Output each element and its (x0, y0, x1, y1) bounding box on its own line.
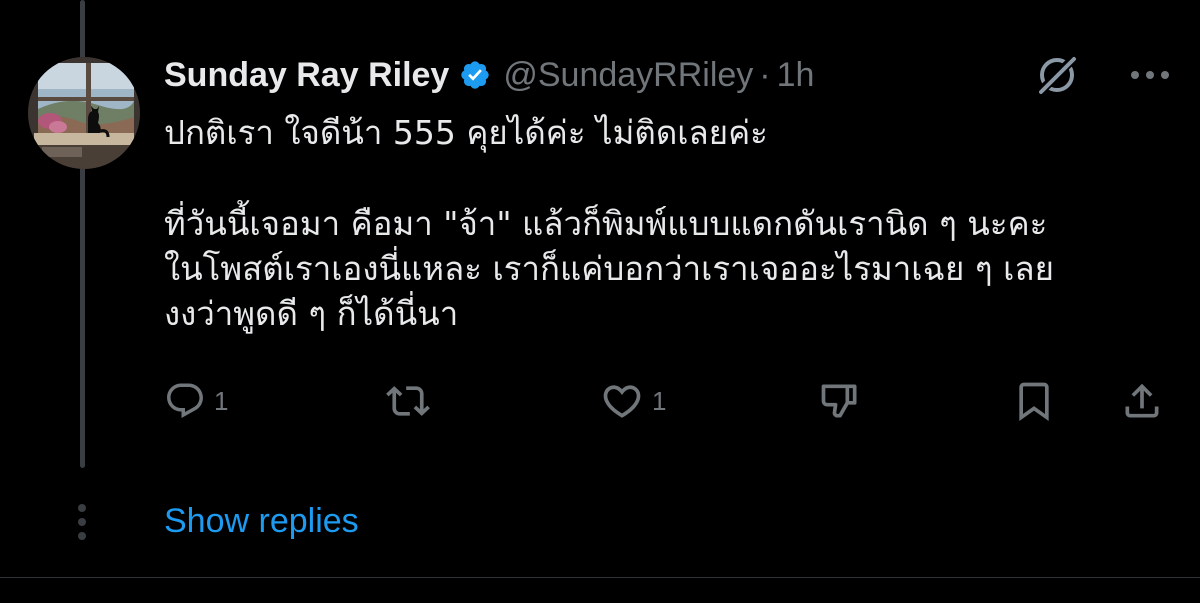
grok-icon[interactable] (1034, 52, 1080, 98)
avatar-cat-window-icon (28, 57, 140, 169)
tweet-header-actions (1034, 52, 1170, 98)
author-handle[interactable]: @SundayRRiley (503, 56, 753, 95)
share-button[interactable] (1120, 376, 1164, 426)
like-button[interactable]: 1 (600, 376, 666, 426)
share-icon (1125, 383, 1159, 418)
tweet-text-line: ที่วันนี้เจอมา คือมา "จ้า" แล้วก็พิมพ์แบ… (164, 204, 1048, 243)
tweet-text-line: ในโพสต์เราเองนี่แหละ เราก็แค่บอกว่าเราเจ… (164, 249, 1054, 288)
reply-button[interactable]: 1 (164, 376, 228, 426)
bookmark-icon (1019, 382, 1049, 422)
divider (0, 577, 1200, 578)
thread-more-dots (78, 504, 88, 546)
downvote-button[interactable] (818, 376, 862, 426)
show-replies-link[interactable]: Show replies (164, 502, 359, 541)
tweet-header: Sunday Ray Riley @SundayRRiley · 1h (164, 52, 814, 98)
bookmark-button[interactable] (1012, 376, 1056, 426)
tweet-text-line: ปกติเรา ใจดีน้า 555 คุยได้ค่ะ ไม่ติดเลยค… (164, 113, 768, 152)
more-options-icon[interactable] (1130, 69, 1170, 81)
tweet-timestamp[interactable]: 1h (777, 56, 815, 95)
author-name[interactable]: Sunday Ray Riley (164, 56, 449, 95)
tweet-action-bar: 1 1 (164, 376, 1174, 426)
thumbs-down-icon (821, 384, 857, 418)
tweet-body: ปกติเรา ใจดีน้า 555 คุยได้ค่ะ ไม่ติดเลยค… (164, 110, 1174, 336)
like-count: 1 (652, 385, 667, 416)
reply-count: 1 (214, 385, 229, 416)
tweet-text-line: งงว่าพูดดี ๆ ก็ได้นี่นา (164, 294, 459, 333)
meta-separator: · (759, 55, 771, 94)
avatar[interactable] (28, 57, 140, 169)
heart-icon (603, 385, 641, 418)
reply-icon (167, 383, 203, 418)
retweet-icon (386, 386, 430, 416)
verified-badge-icon (459, 59, 491, 91)
retweet-button[interactable] (386, 376, 438, 426)
